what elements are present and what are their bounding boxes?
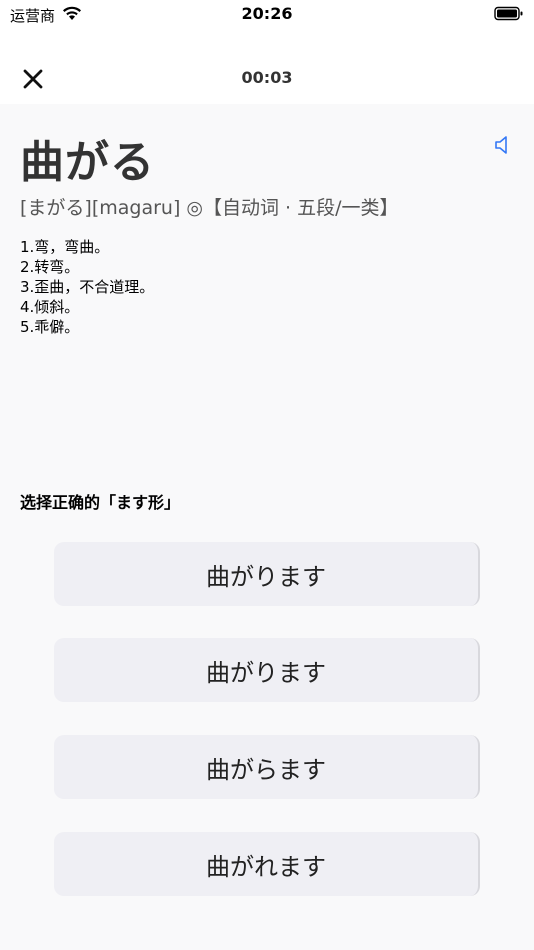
nav-bar: 00:03 (0, 30, 534, 104)
word-reading: [まがる][magaru] ◎【自动词 · 五段/一类】 (20, 197, 399, 219)
headword: 曲がる (20, 137, 155, 188)
answer-option-3[interactable]: 曲がらます (54, 735, 480, 799)
definition-item: 3.歪曲，不合道理。 (20, 278, 155, 296)
quiz-content: 曲がる [まがる][magaru] ◎【自动词 · 五段/一类】 1.弯，弯曲。… (0, 104, 534, 950)
battery-icon (494, 6, 524, 26)
definition-item: 1.弯，弯曲。 (20, 238, 110, 256)
speaker-button[interactable] (494, 134, 510, 156)
status-bar: 运营商 20:26 (0, 0, 534, 30)
definitions-list: 1.弯，弯曲。 2.转弯。 3.歪曲，不合道理。 4.倾斜。 5.乖僻。 (20, 237, 154, 337)
definition-item: 2.转弯。 (20, 258, 80, 276)
quiz-timer: 00:03 (241, 68, 293, 87)
speaker-icon (495, 136, 507, 154)
definition-item: 4.倾斜。 (20, 298, 80, 316)
status-time: 20:26 (241, 4, 293, 23)
definition-item: 5.乖僻。 (20, 318, 80, 336)
answer-option-4[interactable]: 曲がれます (54, 832, 480, 896)
question-prompt: 选择正确的「ます形」 (20, 493, 181, 512)
answer-option-2[interactable]: 曲がります (54, 638, 480, 702)
answer-option-1[interactable]: 曲がります (54, 542, 480, 606)
